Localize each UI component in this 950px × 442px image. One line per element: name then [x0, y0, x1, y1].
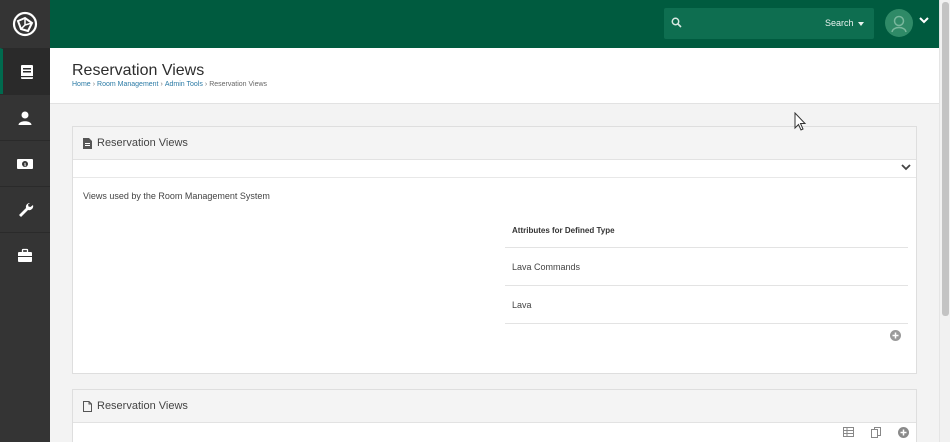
sidebar-item-tools[interactable] — [0, 186, 50, 232]
defined-values-panel-heading: Reservation Views — [73, 390, 916, 423]
search-icon — [671, 17, 682, 28]
attribute-row[interactable]: Lava Commands — [505, 248, 908, 286]
attributes-table-header: Attributes for Defined Type — [505, 213, 908, 248]
defined-values-panel: Reservation Views — [72, 389, 917, 442]
defined-values-panel-title: Reservation Views — [97, 400, 188, 412]
user-menu-chevron-icon[interactable] — [919, 17, 929, 24]
attributes-table: Attributes for Defined Type Lava Command… — [505, 213, 908, 324]
copy-icon[interactable] — [871, 427, 881, 438]
add-value-icon[interactable] — [898, 427, 909, 438]
chevron-down-icon[interactable] — [901, 164, 911, 171]
grid-toolbar — [71, 423, 916, 442]
sidebar-item-content[interactable] — [0, 48, 50, 94]
defined-type-panel-heading: Reservation Views — [73, 127, 916, 160]
attribute-row[interactable]: Lava — [505, 286, 908, 324]
sidebar-item-people[interactable] — [0, 94, 50, 140]
logo-icon — [12, 11, 38, 37]
money-icon: $ — [17, 158, 33, 169]
collapse-bar[interactable] — [73, 160, 916, 178]
breadcrumb-room-management[interactable]: Room Management — [97, 81, 158, 88]
defined-type-description: Views used by the Room Management System — [83, 191, 270, 201]
mouse-cursor-icon — [794, 112, 807, 131]
caret-down-icon — [858, 21, 864, 26]
breadcrumb-admin-tools[interactable]: Admin Tools — [165, 81, 203, 88]
breadcrumb-home[interactable]: Home — [72, 81, 91, 88]
user-avatar-icon — [891, 15, 907, 33]
breadcrumb-separator: › — [92, 81, 96, 88]
file-text-icon — [83, 137, 92, 149]
breadcrumb: Home › Room Management › Admin Tools › Reserva… — [72, 81, 267, 88]
sidebar-item-admin[interactable] — [0, 232, 50, 278]
avatar[interactable] — [885, 9, 913, 37]
book-icon — [20, 64, 33, 79]
page-title: Reservation Views — [72, 62, 205, 79]
rock-logo[interactable] — [0, 0, 50, 48]
sidebar: $ — [0, 0, 50, 442]
briefcase-icon — [18, 248, 32, 262]
breadcrumb-separator: › — [204, 81, 208, 88]
wrench-icon — [19, 202, 34, 217]
sidebar-item-finance[interactable]: $ — [0, 140, 50, 186]
top-bar: Search — [50, 0, 939, 48]
page-header: Reservation Views Home › Room Management › A… — [50, 48, 939, 104]
search-type-dropdown[interactable]: Search — [825, 18, 864, 28]
search-input[interactable]: Search — [664, 8, 874, 39]
table-icon[interactable] — [843, 427, 854, 437]
breadcrumb-current: Reservation Views — [209, 81, 268, 88]
search-type-label: Search — [824, 18, 854, 28]
page-scrollbar[interactable] — [939, 0, 950, 442]
file-outline-icon — [83, 400, 92, 412]
svg-text:$: $ — [24, 162, 27, 168]
defined-type-panel-title: Reservation Views — [97, 137, 188, 149]
person-icon — [18, 111, 32, 125]
defined-type-panel: Reservation Views Views used by the Room… — [72, 126, 917, 374]
add-attribute-icon[interactable] — [890, 330, 901, 341]
scrollbar-thumb[interactable] — [942, 2, 949, 316]
breadcrumb-separator: › — [160, 81, 163, 88]
